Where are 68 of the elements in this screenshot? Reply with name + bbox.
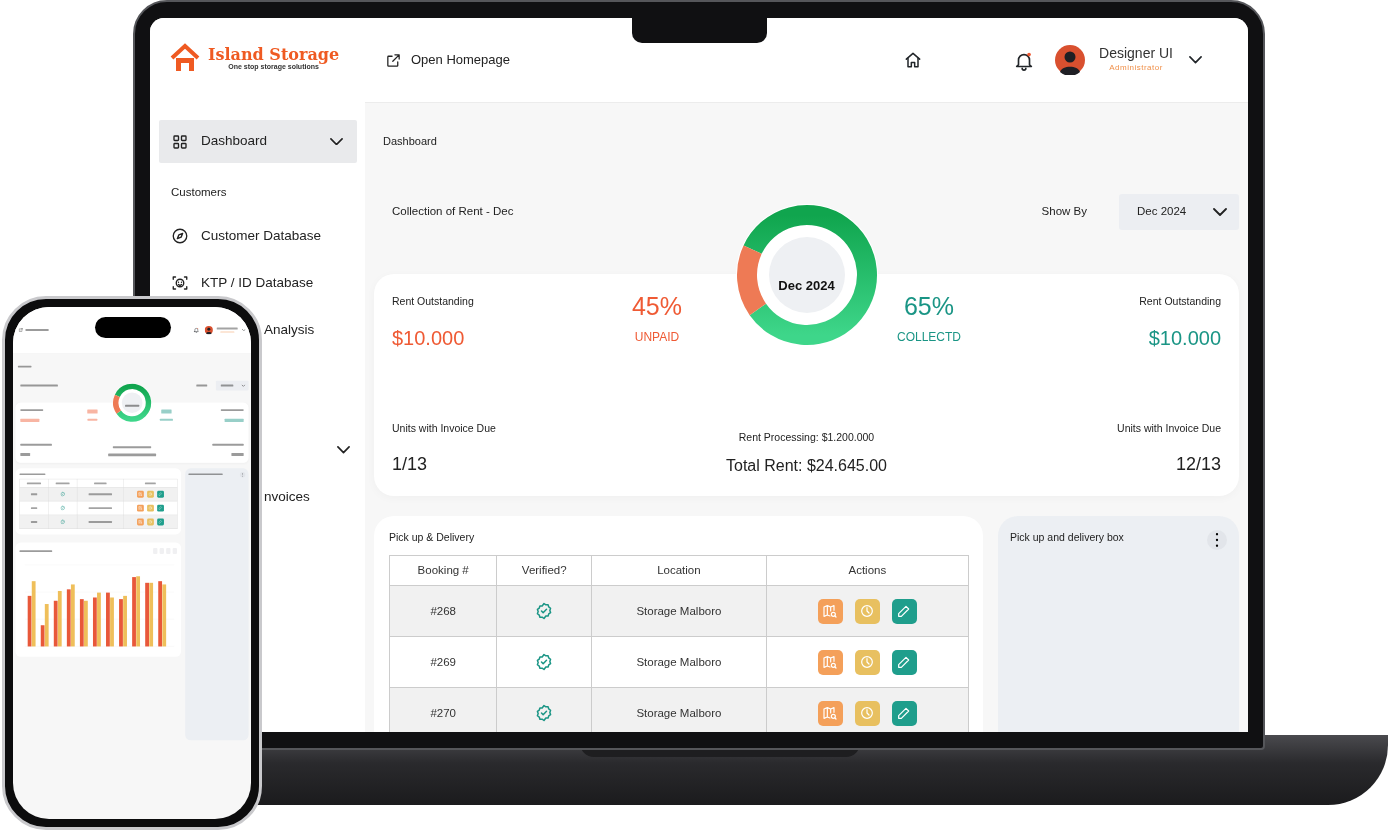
table-cell: Storage Malboro xyxy=(591,636,767,688)
breadcrumb: Dashboard xyxy=(383,134,438,149)
avatar[interactable] xyxy=(1055,45,1086,75)
edit-button[interactable] xyxy=(891,700,917,726)
column-header: Verified? xyxy=(496,555,592,586)
percentage: 65% xyxy=(902,293,955,319)
donut-label: Dec 2024 xyxy=(778,276,835,295)
sidebar-item[interactable]: Analysis xyxy=(264,317,315,343)
field-label: Show By xyxy=(1041,203,1087,219)
clock-button[interactable] xyxy=(854,598,880,624)
table-cell: #270 xyxy=(389,687,497,732)
house-logo-icon xyxy=(170,43,200,73)
logo-name: Island Storage xyxy=(208,46,340,63)
column-header: Actions xyxy=(766,555,969,586)
table-cell: #269 xyxy=(389,636,497,688)
chevron-down-icon[interactable] xyxy=(1189,56,1202,64)
stat-value: $10.000 xyxy=(1147,326,1221,352)
stat-value: 1/13 xyxy=(392,453,429,476)
table-cell: #268 xyxy=(389,585,497,637)
total-rent: Total Rent: $24.645.00 xyxy=(726,456,887,476)
compass-icon xyxy=(171,227,189,245)
column-header: Booking # xyxy=(389,555,497,586)
open-homepage-link[interactable]: Open Homepage xyxy=(385,50,510,70)
card-title: Pick up and delivery box xyxy=(1010,529,1124,545)
stat-label: Rent Outstanding xyxy=(1138,293,1221,309)
clock-icon xyxy=(859,705,876,722)
table-cell: Storage Malboro xyxy=(591,687,767,732)
column-header: Location xyxy=(591,555,767,586)
sidebar-item[interactable]: KTP / ID Database xyxy=(159,270,357,296)
dashboard-icon xyxy=(171,132,189,151)
clock-icon xyxy=(859,603,876,620)
sidebar-item[interactable]: Dashboard xyxy=(159,120,357,163)
chevron-down-icon[interactable] xyxy=(337,446,350,454)
map-search-icon xyxy=(822,705,839,722)
stat-label: Units with Invoice Due xyxy=(1117,421,1221,437)
percentage-caption: COLLECTD xyxy=(896,328,962,346)
stat-label: Units with Invoice Due xyxy=(392,421,496,437)
percentage-caption: UNPAID xyxy=(633,328,681,346)
map-search-button[interactable] xyxy=(817,649,843,675)
section-title: Collection of Rent - Dec xyxy=(392,203,514,219)
external-link-icon xyxy=(385,51,402,69)
kebab-icon xyxy=(1215,532,1219,547)
chevron-down-icon xyxy=(330,137,343,146)
stat-label: Rent Processing: $1.200.000 xyxy=(737,430,876,446)
clock-button[interactable] xyxy=(854,649,880,675)
map-search-button[interactable] xyxy=(817,700,843,726)
stat-value: 12/13 xyxy=(1174,453,1221,476)
table-cell: Storage Malboro xyxy=(591,585,767,637)
stat-label: Rent Outstanding xyxy=(392,293,475,309)
user-name: Designer UI xyxy=(1099,46,1173,62)
map-search-button[interactable] xyxy=(817,598,843,624)
clock-icon xyxy=(859,654,876,671)
sidebar-heading: Customers xyxy=(170,184,228,200)
edit-button[interactable] xyxy=(891,649,917,675)
sidebar-item[interactable]: nvoices xyxy=(264,484,310,510)
clock-button[interactable] xyxy=(854,700,880,726)
more-options-button[interactable] xyxy=(1207,529,1227,550)
map-search-icon xyxy=(822,654,839,671)
sidebar-item[interactable]: Customer Database xyxy=(159,223,357,249)
card-title: Pick up & Delivery xyxy=(389,529,476,545)
face-scan-icon xyxy=(171,274,189,292)
stat-value: $10.000 xyxy=(392,326,466,352)
period-select[interactable]: Dec 2024 xyxy=(1119,193,1239,230)
percentage: 45% xyxy=(630,293,683,319)
map-search-icon xyxy=(822,603,839,620)
user-role: Administrator xyxy=(1108,61,1164,74)
chevron-down-icon xyxy=(1213,207,1227,216)
edit-button[interactable] xyxy=(891,598,917,624)
